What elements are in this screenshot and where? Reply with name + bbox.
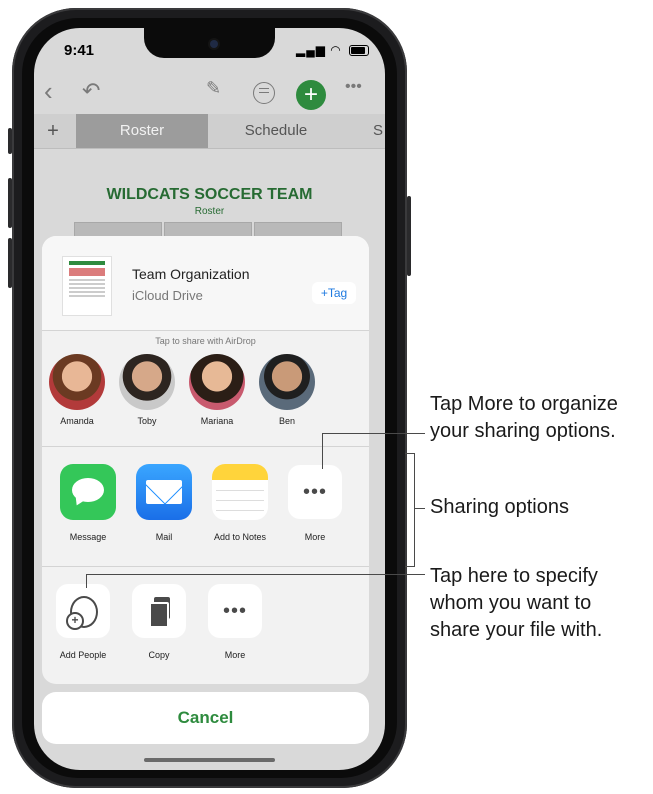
divider bbox=[42, 446, 369, 447]
airdrop-person-mariana[interactable] bbox=[189, 354, 245, 410]
more-apps-button[interactable]: ••• bbox=[288, 465, 342, 519]
cancel-button[interactable]: Cancel bbox=[42, 692, 369, 744]
format-icon[interactable] bbox=[253, 82, 275, 104]
add-sheet-button[interactable]: + bbox=[34, 114, 72, 148]
callout-line bbox=[86, 574, 87, 588]
more-actions-button[interactable]: ••• bbox=[208, 584, 262, 638]
brush-icon[interactable]: ✎ bbox=[206, 78, 221, 99]
app-label: Mail bbox=[155, 532, 173, 542]
callout-line bbox=[322, 433, 425, 434]
airdrop-label: Tap to share with AirDrop bbox=[155, 336, 256, 346]
callout-add-people-line3: share your file with. bbox=[430, 619, 603, 641]
copy-button[interactable] bbox=[132, 584, 186, 638]
bracket-spine bbox=[414, 453, 415, 566]
action-label: Copy bbox=[148, 650, 170, 660]
share-sheet: Team Organization iCloud Drive +Tag Tap … bbox=[42, 236, 369, 684]
callout-add-people-line1: Tap here to specify bbox=[430, 565, 598, 587]
more-icon: ••• bbox=[222, 600, 247, 622]
battery-icon bbox=[349, 45, 369, 56]
tab-schedule[interactable]: Schedule bbox=[210, 114, 342, 148]
callout-sharing-options: Sharing options bbox=[430, 496, 569, 518]
front-camera bbox=[210, 40, 218, 48]
callout-add-people: Tap here to specify whom you want to sha… bbox=[430, 563, 602, 644]
status-time: 9:41 bbox=[64, 42, 95, 59]
more-icon: ••• bbox=[302, 481, 327, 503]
tab-roster[interactable]: Roster bbox=[76, 114, 208, 148]
notes-icon bbox=[212, 464, 268, 480]
airdrop-person-ben[interactable] bbox=[259, 354, 315, 410]
app-label: More bbox=[304, 532, 326, 542]
app-label: Message bbox=[69, 532, 107, 542]
notch bbox=[144, 28, 275, 58]
document-location: iCloud Drive bbox=[132, 288, 203, 303]
side-button bbox=[407, 196, 411, 276]
action-label: Add People bbox=[59, 650, 107, 660]
add-content-icon[interactable]: + bbox=[296, 80, 326, 110]
document-thumbnail bbox=[62, 256, 112, 316]
sheet-tabs: + Roster Schedule S bbox=[34, 114, 385, 149]
team-subtitle: Roster bbox=[194, 206, 225, 217]
undo-icon[interactable]: ↶ bbox=[82, 78, 100, 104]
callout-line bbox=[415, 508, 425, 509]
callout-add-people-line2: whom you want to bbox=[430, 592, 592, 614]
action-label: More bbox=[224, 650, 246, 660]
person-name: Amanda bbox=[60, 416, 94, 426]
message-app-button[interactable] bbox=[60, 464, 116, 520]
more-icon[interactable]: ••• bbox=[345, 78, 362, 96]
app-label: Add to Notes bbox=[213, 532, 267, 542]
team-title: WILDCATS SOCCER TEAM bbox=[106, 186, 313, 203]
volume-down-button bbox=[8, 238, 12, 288]
notes-app-button[interactable] bbox=[212, 464, 268, 520]
airdrop-person-toby[interactable] bbox=[119, 354, 175, 410]
add-tag-button[interactable]: +Tag bbox=[312, 282, 356, 304]
person-name: Toby bbox=[137, 416, 157, 426]
callout-line bbox=[86, 574, 425, 575]
share-sheet-header: Team Organization iCloud Drive +Tag bbox=[42, 236, 369, 331]
add-people-button[interactable]: + bbox=[56, 584, 110, 638]
callout-more: Tap More to organize your sharing option… bbox=[430, 391, 618, 445]
divider bbox=[42, 566, 369, 567]
volume-up-button bbox=[8, 178, 12, 228]
app-toolbar: ‹ ↶ ✎ ••• bbox=[34, 70, 385, 112]
signal-wifi-icon: ▂▄▆ ◠ bbox=[296, 43, 342, 57]
mail-icon bbox=[146, 480, 182, 504]
mute-switch bbox=[8, 128, 12, 154]
phone-screen: 9:41 ▂▄▆ ◠ ‹ ↶ ✎ ••• + + Roster Schedule… bbox=[34, 28, 385, 770]
person-name: Mariana bbox=[200, 416, 234, 426]
callout-more-line1: Tap More to organize bbox=[430, 393, 618, 415]
tab-next-partial[interactable]: S bbox=[368, 114, 385, 148]
home-indicator bbox=[144, 758, 275, 762]
callout-more-line2: your sharing options. bbox=[430, 420, 616, 442]
callout-line bbox=[322, 433, 323, 469]
document-title: Team Organization bbox=[132, 266, 250, 282]
back-chevron-icon[interactable]: ‹ bbox=[44, 76, 53, 107]
person-name: Ben bbox=[278, 416, 295, 426]
mail-app-button[interactable] bbox=[136, 464, 192, 520]
bracket-bottom bbox=[405, 566, 415, 567]
airdrop-person-amanda[interactable] bbox=[49, 354, 105, 410]
